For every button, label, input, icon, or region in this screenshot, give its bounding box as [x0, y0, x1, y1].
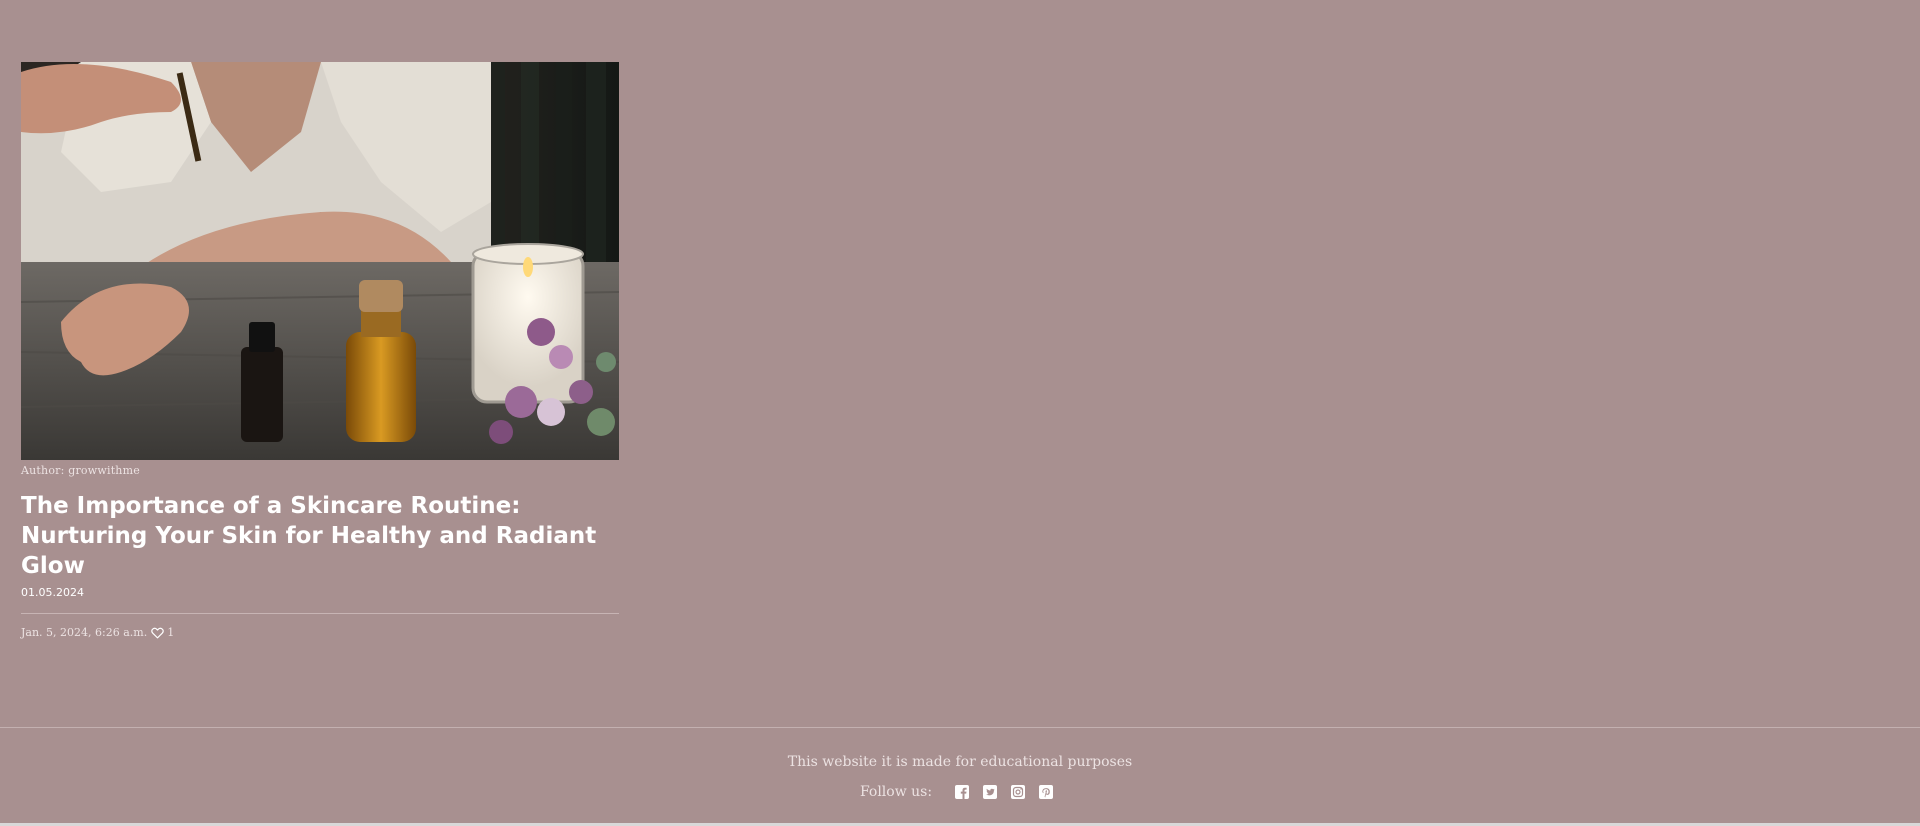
facebook-icon[interactable] — [955, 785, 970, 799]
post-author: Author: growwithme — [21, 464, 140, 477]
follow-label: Follow us: — [859, 784, 933, 800]
like-button[interactable]: 1 — [151, 626, 174, 639]
footer-note: This website it is made for educational … — [787, 754, 1133, 770]
follow-us: Follow us: — [0, 784, 1920, 800]
post-date: 01.05.2024 — [21, 586, 84, 599]
post-title[interactable]: The Importance of a Skincare Routine: Nu… — [21, 491, 619, 581]
post-meta: Jan. 5, 2024, 6:26 a.m. 1 — [21, 626, 619, 639]
post-timestamp: Jan. 5, 2024, 6:26 a.m. — [21, 626, 148, 639]
post-divider — [21, 613, 619, 614]
pinterest-icon[interactable] — [1039, 785, 1054, 799]
post-image[interactable] — [21, 62, 619, 460]
twitter-icon[interactable] — [983, 785, 998, 799]
like-count: 1 — [167, 626, 175, 639]
heart-outline-icon — [151, 627, 165, 638]
instagram-icon[interactable] — [1011, 785, 1026, 799]
post-image-illustration — [21, 62, 619, 460]
footer: This website it is made for educational … — [0, 727, 1920, 824]
page: Author: growwithme The Importance of a S… — [0, 0, 1920, 826]
post-card: Author: growwithme The Importance of a S… — [21, 62, 619, 639]
